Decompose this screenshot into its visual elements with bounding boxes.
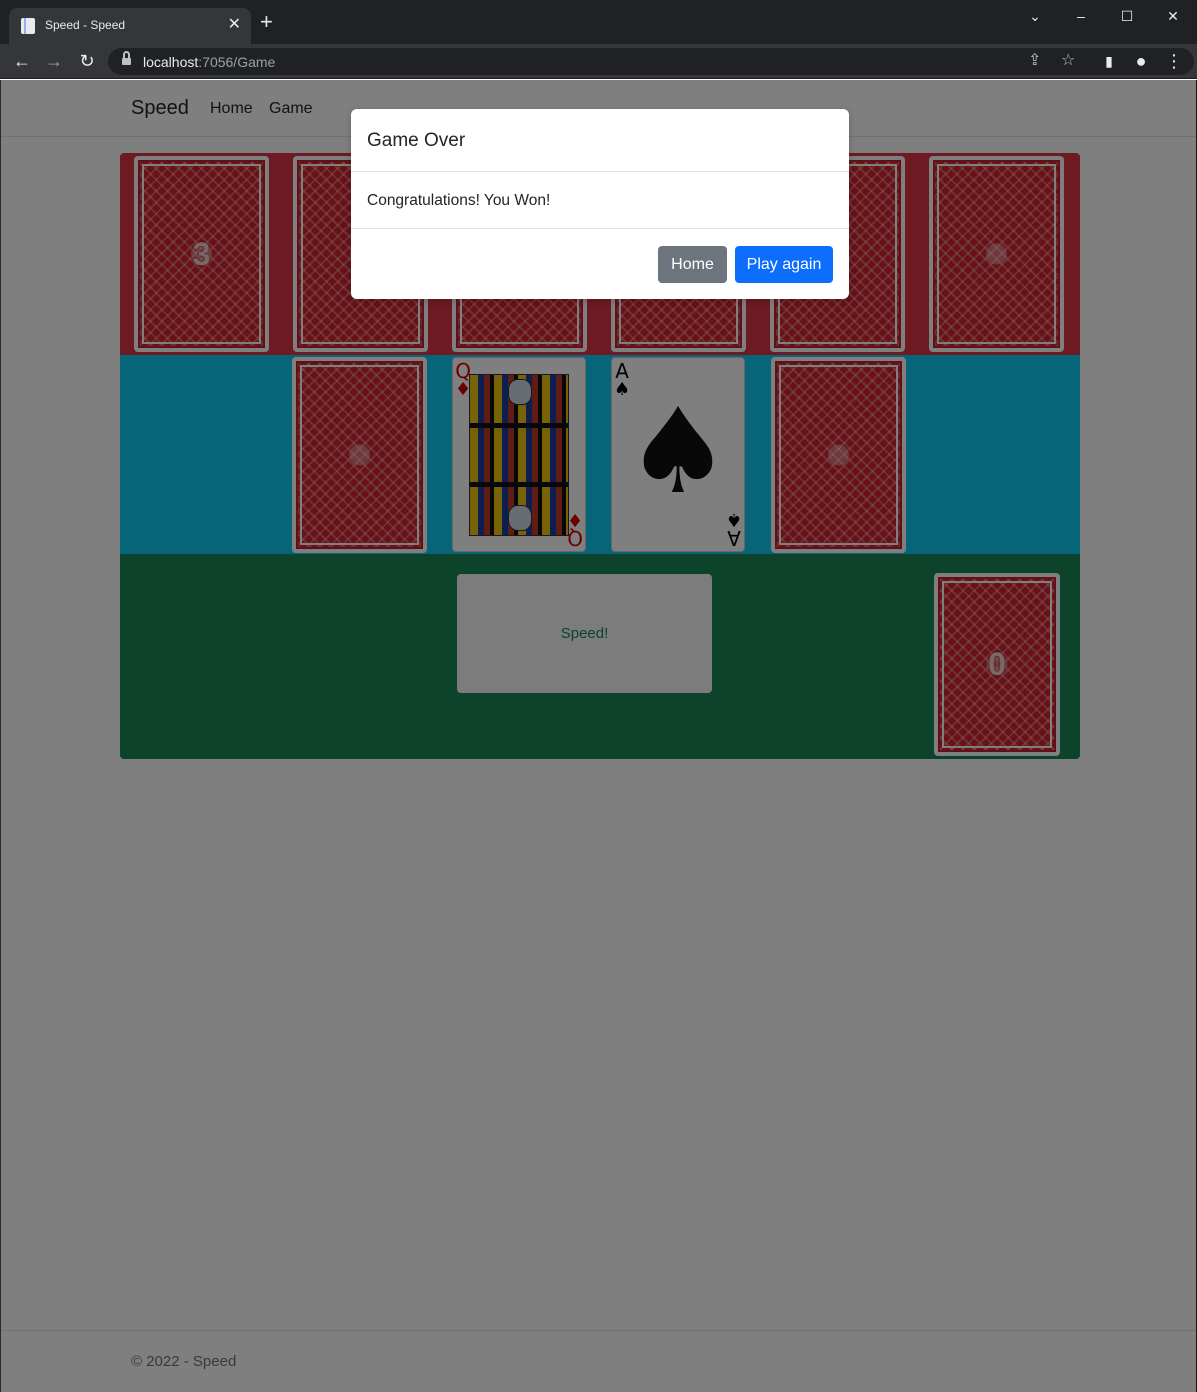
sidebar-icon[interactable]: ▮ [1098, 50, 1120, 72]
profile-icon[interactable]: ● [1130, 50, 1152, 72]
reload-icon[interactable]: ↻ [76, 50, 98, 72]
tab-close-icon[interactable]: ✕ [228, 15, 241, 35]
forward-arrow-icon[interactable]: → [43, 50, 65, 72]
page-favicon-icon [21, 18, 35, 34]
minimize-icon[interactable]: – [1066, 6, 1096, 26]
back-arrow-icon[interactable]: ← [11, 50, 33, 72]
url-text[interactable]: localhost:7056/Game [143, 54, 275, 70]
browser-titlebar: Speed - Speed ✕ + ⌄ – ☐ ✕ [0, 0, 1197, 44]
tab-search-icon[interactable]: ⌄ [1020, 6, 1050, 26]
play-again-button[interactable]: Play again [735, 246, 833, 283]
new-tab-icon[interactable]: + [260, 11, 273, 33]
address-bar[interactable]: localhost:7056/Game ⇪ ☆ [108, 48, 1194, 75]
browser-tab[interactable]: Speed - Speed ✕ [9, 8, 251, 44]
tab-title: Speed - Speed [45, 18, 126, 32]
maximize-icon[interactable]: ☐ [1112, 6, 1142, 26]
browser-toolbar: ← → ↻ localhost:7056/Game ⇪ ☆ ▮ ● ⋮ [0, 44, 1197, 79]
close-window-icon[interactable]: ✕ [1158, 6, 1188, 26]
modal-title: Game Over [367, 130, 466, 151]
home-button[interactable]: Home [658, 246, 727, 283]
kebab-menu-icon[interactable]: ⋮ [1163, 50, 1185, 72]
page-content: Speed Home Game 3 Q ♦ Q ♦ [0, 80, 1197, 1392]
modal-message: Congratulations! You Won! [367, 192, 551, 209]
star-icon[interactable]: ☆ [1061, 51, 1075, 71]
modal-header: Game Over [351, 109, 849, 172]
lock-icon[interactable] [122, 51, 131, 66]
game-over-modal: Game Over Congratulations! You Won! Home… [351, 109, 849, 299]
modal-body: Congratulations! You Won! [351, 172, 849, 229]
share-icon[interactable]: ⇪ [1028, 51, 1041, 71]
